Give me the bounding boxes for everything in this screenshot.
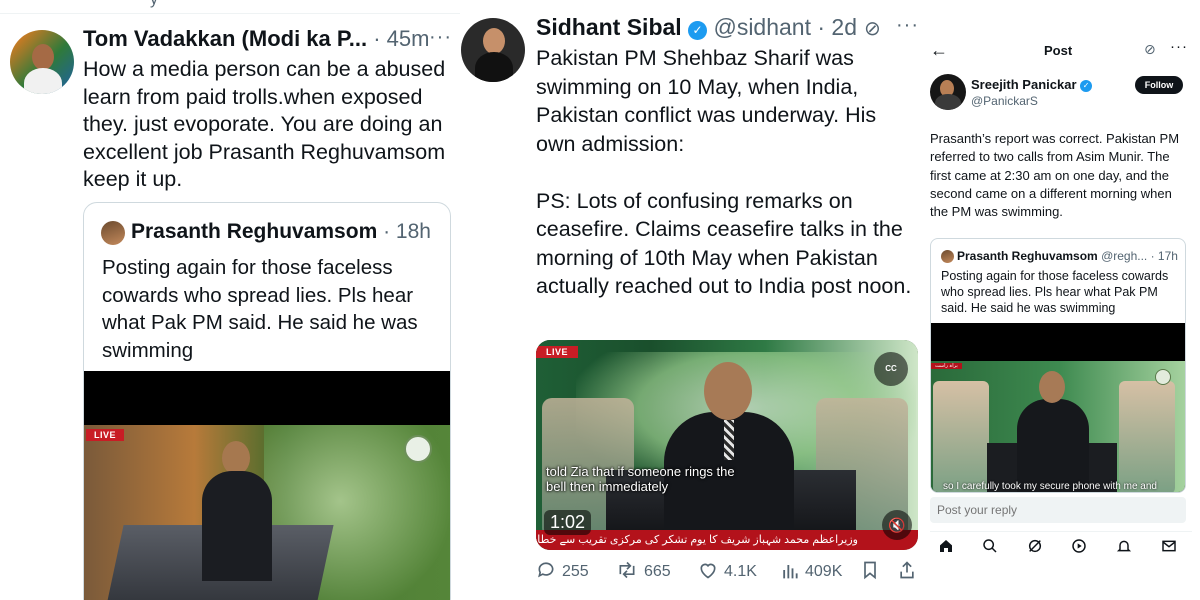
- video-duration: 1:02: [544, 510, 592, 535]
- channel-emblem-icon: [404, 435, 432, 463]
- panel-tom-vadakkan-post: y Tom Vadakkan (Modi ka P... · 45m ··· H…: [0, 0, 460, 600]
- reply-input[interactable]: [930, 497, 1186, 523]
- post-header: Sidhant Sibal ✓ @sidhant · 2d: [536, 14, 857, 41]
- quoted-post[interactable]: Prasanth Reghuvamsom @regh... · 17h Post…: [930, 238, 1186, 493]
- channel-emblem-icon: [1155, 369, 1171, 385]
- grok-icon[interactable]: ⊘: [1144, 41, 1156, 58]
- avatar[interactable]: [10, 30, 74, 94]
- share-icon: [898, 560, 916, 584]
- quoted-video[interactable]: LIVE: [84, 371, 450, 600]
- channel-tag: براہ راست: [931, 363, 962, 369]
- reply-count: 255: [562, 563, 589, 580]
- share-button[interactable]: [898, 560, 916, 584]
- avatar[interactable]: [930, 74, 966, 110]
- quoted-video[interactable]: براہ راست so I carefully took my secure …: [931, 323, 1185, 492]
- quoted-avatar: [941, 250, 954, 263]
- author-name[interactable]: Sidhant Sibal: [536, 14, 682, 40]
- home-icon[interactable]: [938, 538, 954, 558]
- page-title: Post: [1044, 43, 1073, 58]
- quoted-post[interactable]: Prasanth Reghuvamsom · 18h Posting again…: [83, 202, 451, 600]
- quoted-header: Prasanth Reghuvamsom @regh... · 17h: [957, 249, 1178, 263]
- video-frame: [931, 361, 1185, 492]
- bookmark-button[interactable]: [861, 560, 879, 584]
- author-name[interactable]: Tom Vadakkan (Modi ka P...: [83, 26, 367, 51]
- views-icon: [781, 560, 799, 584]
- author-name[interactable]: Sreejith Panickar: [971, 77, 1077, 92]
- like-button[interactable]: 4.1K: [698, 560, 757, 584]
- more-options-icon[interactable]: ···: [429, 26, 452, 49]
- previous-post-fragment: y: [0, 0, 460, 14]
- panel-sidhant-sibal-post: Sidhant Sibal ✓ @sidhant · 2d ⊘ ··· Paki…: [460, 0, 930, 600]
- post-text: Pakistan PM Shehbaz Sharif was swimming …: [536, 46, 912, 298]
- reply-button[interactable]: 255: [536, 560, 589, 584]
- more-options-icon[interactable]: ···: [1170, 38, 1188, 55]
- mute-icon[interactable]: 🔇: [882, 510, 912, 540]
- video-subtitle: so I carefully took my secure phone with…: [943, 481, 1157, 492]
- views-button[interactable]: 409K: [781, 560, 842, 584]
- repost-button[interactable]: 665: [616, 560, 671, 584]
- video-frame: [536, 340, 918, 550]
- quoted-author-name: Prasanth Reghuvamsom: [957, 249, 1098, 263]
- post-text: Prasanth’s report was correct. Pakistan …: [930, 131, 1180, 220]
- quoted-time: · 18h: [383, 220, 431, 243]
- previous-post-text: y: [150, 0, 158, 9]
- closed-captions-icon[interactable]: CC: [874, 352, 908, 386]
- search-icon[interactable]: [982, 538, 998, 558]
- avatar[interactable]: [461, 18, 525, 82]
- author-handle[interactable]: @PanickarS: [971, 94, 1038, 108]
- quoted-handle-time: @regh... · 17h: [1101, 249, 1178, 263]
- live-badge: LIVE: [86, 429, 125, 441]
- bookmark-icon: [861, 560, 879, 584]
- grok-icon[interactable]: ⊘: [864, 16, 881, 41]
- notifications-icon[interactable]: [1116, 538, 1132, 558]
- play-icon[interactable]: [1071, 538, 1087, 558]
- repost-icon: [616, 560, 638, 584]
- action-bar: 255 665 4.1K 409K: [536, 560, 921, 588]
- follow-button[interactable]: Follow: [1135, 76, 1183, 94]
- views-count: 409K: [805, 563, 843, 580]
- grok-icon[interactable]: [1027, 538, 1043, 558]
- separator-dot: ·: [373, 26, 381, 51]
- like-count: 4.1K: [724, 563, 757, 580]
- video-frame: LIVE: [84, 425, 450, 600]
- messages-icon[interactable]: [1161, 538, 1177, 558]
- verified-badge-icon: ✓: [1080, 80, 1093, 92]
- reply-icon: [536, 560, 556, 584]
- news-ticker: وزیراعظم محمد شہباز شریف کا یوم تشکر کی …: [536, 530, 918, 550]
- more-options-icon[interactable]: ···: [896, 14, 919, 37]
- post-header: Tom Vadakkan (Modi ka P... · 45m: [83, 26, 429, 52]
- verified-badge-icon: ✓: [688, 21, 708, 40]
- post-time[interactable]: 45m: [387, 26, 430, 51]
- like-icon: [698, 560, 718, 584]
- quoted-text: Posting again for those faceless cowards…: [102, 256, 418, 362]
- live-badge: LIVE: [536, 346, 579, 358]
- quoted-author-name: Prasanth Reghuvamsom: [131, 220, 378, 243]
- video-player[interactable]: LIVE CC told Zia that if someone rings t…: [536, 340, 918, 550]
- back-arrow-icon[interactable]: ←: [930, 40, 948, 61]
- video-subtitle: told Zia that if someone rings the bell …: [546, 464, 735, 494]
- repost-count: 665: [644, 563, 671, 580]
- quoted-header: Prasanth Reghuvamsom · 18h: [131, 220, 431, 244]
- panel-sreejith-panickar-post: ← Post ⊘ ··· Sreejith Panickar ✓ @Panick…: [930, 0, 1200, 600]
- author-row: Sreejith Panickar ✓: [971, 77, 1093, 92]
- bottom-tab-bar: [930, 531, 1192, 561]
- quoted-text: Posting again for those faceless cowards…: [941, 269, 1169, 316]
- quoted-avatar: [101, 221, 125, 245]
- post-text: How a media person can be a abused learn…: [83, 57, 446, 191]
- author-handle-time[interactable]: @sidhant · 2d: [713, 14, 857, 40]
